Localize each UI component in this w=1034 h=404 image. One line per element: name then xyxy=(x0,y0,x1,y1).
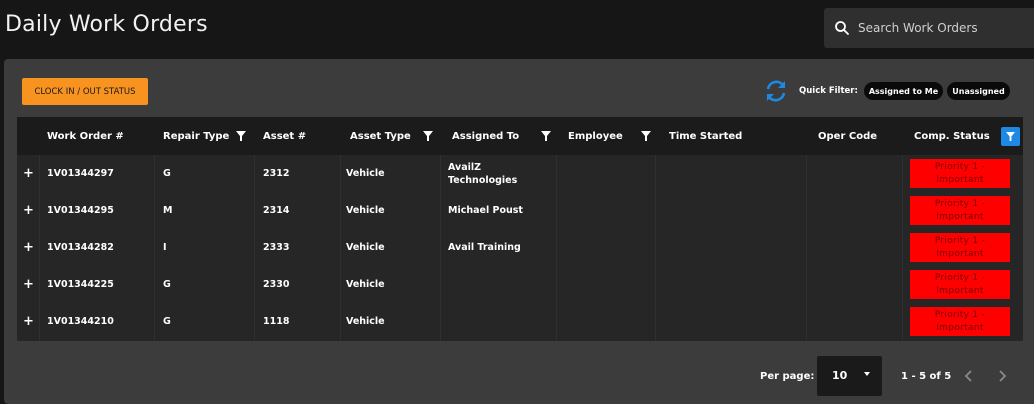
filter-icon[interactable] xyxy=(641,131,651,141)
asset-number: 2314 xyxy=(263,205,290,216)
search-input[interactable] xyxy=(858,21,1028,35)
work-orders-table: Work Order # Repair Type Asset # Asset T… xyxy=(17,117,1023,341)
quick-filter-assigned-to-me[interactable]: Assigned to Me xyxy=(864,82,943,100)
column-header-repair-type[interactable]: Repair Type xyxy=(163,117,229,155)
assigned-to: Michael Poust xyxy=(448,205,523,216)
column-header-work-order[interactable]: Work Order # xyxy=(47,117,124,155)
expand-icon[interactable]: + xyxy=(23,203,34,218)
table-row[interactable]: + 1V01344210 G 1118 Vehicle Priority 1 -… xyxy=(17,303,1023,340)
refresh-icon[interactable] xyxy=(763,78,789,104)
filter-icon xyxy=(1006,132,1015,141)
work-order-number: 1V01344295 xyxy=(47,205,114,216)
expand-icon[interactable]: + xyxy=(23,166,34,181)
column-header-oper-code[interactable]: Oper Code xyxy=(818,117,877,155)
expand-icon[interactable]: + xyxy=(23,314,34,329)
status-badge: Priority 1 - Important xyxy=(910,196,1010,225)
chevron-right-icon[interactable] xyxy=(995,368,1009,384)
column-header-asset[interactable]: Asset # xyxy=(263,117,306,155)
table-row[interactable]: + 1V01344225 G 2330 Vehicle Priority 1 -… xyxy=(17,266,1023,303)
expand-icon[interactable]: + xyxy=(23,277,34,292)
pagination-range: 1 - 5 of 5 xyxy=(901,371,952,382)
column-header-comp-status[interactable]: Comp. Status xyxy=(914,117,990,155)
chevron-left-icon[interactable] xyxy=(962,368,976,384)
repair-type: G xyxy=(163,279,171,290)
status-badge: Priority 1 - Important xyxy=(910,159,1010,188)
asset-number: 2330 xyxy=(263,279,290,290)
filter-icon[interactable] xyxy=(236,131,246,141)
repair-type: M xyxy=(163,205,173,216)
repair-type: G xyxy=(163,168,171,179)
expand-icon[interactable]: + xyxy=(23,240,34,255)
asset-type: Vehicle xyxy=(346,316,385,327)
work-order-number: 1V01344297 xyxy=(47,168,114,179)
column-header-employee[interactable]: Employee xyxy=(568,117,623,155)
column-header-asset-type[interactable]: Asset Type xyxy=(350,117,411,155)
search-icon xyxy=(835,21,849,35)
work-order-number: 1V01344282 xyxy=(47,242,114,253)
table-row[interactable]: + 1V01344282 I 2333 Vehicle Avail Traini… xyxy=(17,229,1023,266)
asset-type: Vehicle xyxy=(346,168,385,179)
asset-number: 1118 xyxy=(263,316,290,327)
status-badge: Priority 1 - Important xyxy=(910,270,1010,299)
per-page-value: 10 xyxy=(832,369,848,382)
asset-type: Vehicle xyxy=(346,279,385,290)
comp-status-filter-button[interactable] xyxy=(1001,127,1020,146)
quick-filter-unassigned[interactable]: Unassigned xyxy=(947,82,1010,100)
asset-type: Vehicle xyxy=(346,242,385,253)
work-orders-panel: CLOCK IN / OUT STATUS Quick Filter: Assi… xyxy=(4,59,1034,404)
table-row[interactable]: + 1V01344297 G 2312 Vehicle AvailZ Techn… xyxy=(17,155,1023,192)
assigned-to: Avail Training xyxy=(448,242,521,253)
asset-number: 2312 xyxy=(263,168,290,179)
repair-type: G xyxy=(163,316,171,327)
per-page-select[interactable]: 10 xyxy=(817,356,882,396)
clock-in-out-button[interactable]: CLOCK IN / OUT STATUS xyxy=(22,78,148,105)
table-header: Work Order # Repair Type Asset # Asset T… xyxy=(17,117,1023,155)
page-title: Daily Work Orders xyxy=(5,12,208,37)
work-order-number: 1V01344225 xyxy=(47,279,114,290)
filter-icon[interactable] xyxy=(541,131,551,141)
filter-icon[interactable] xyxy=(423,131,433,141)
column-header-assigned-to[interactable]: Assigned To xyxy=(452,117,519,155)
asset-type: Vehicle xyxy=(346,205,385,216)
status-badge: Priority 1 - Important xyxy=(910,233,1010,262)
work-order-number: 1V01344210 xyxy=(47,316,114,327)
table-row[interactable]: + 1V01344295 M 2314 Vehicle Michael Pous… xyxy=(17,192,1023,229)
column-header-time-started[interactable]: Time Started xyxy=(669,117,742,155)
quick-filter-label: Quick Filter: xyxy=(799,86,858,96)
search-box[interactable] xyxy=(824,8,1034,48)
assigned-to: AvailZ Technologies xyxy=(448,162,518,186)
asset-number: 2333 xyxy=(263,242,290,253)
repair-type: I xyxy=(163,242,167,253)
status-badge: Priority 1 - Important xyxy=(910,307,1010,336)
chevron-down-icon xyxy=(864,372,870,376)
per-page-label: Per page: xyxy=(760,371,815,382)
